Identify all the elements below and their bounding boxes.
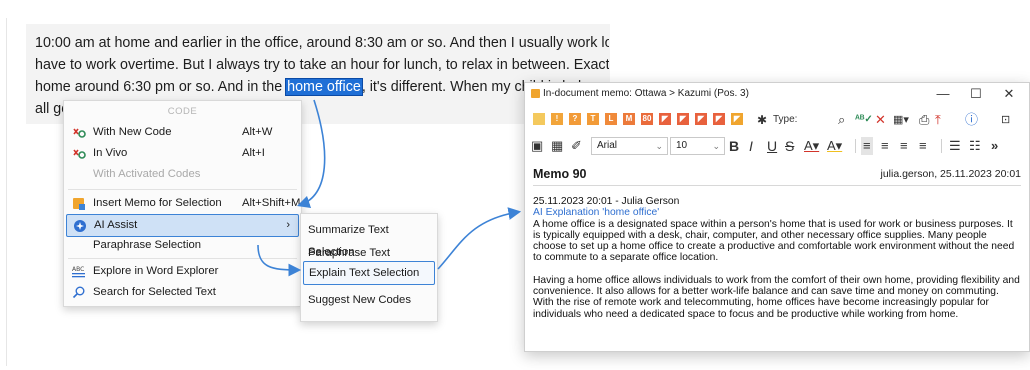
annotation-arrows [257,99,522,277]
arrow-ai-assist-to-explain [257,244,302,277]
arrow-explain-to-window [437,207,522,270]
arrow-selection-to-memo [296,99,326,209]
